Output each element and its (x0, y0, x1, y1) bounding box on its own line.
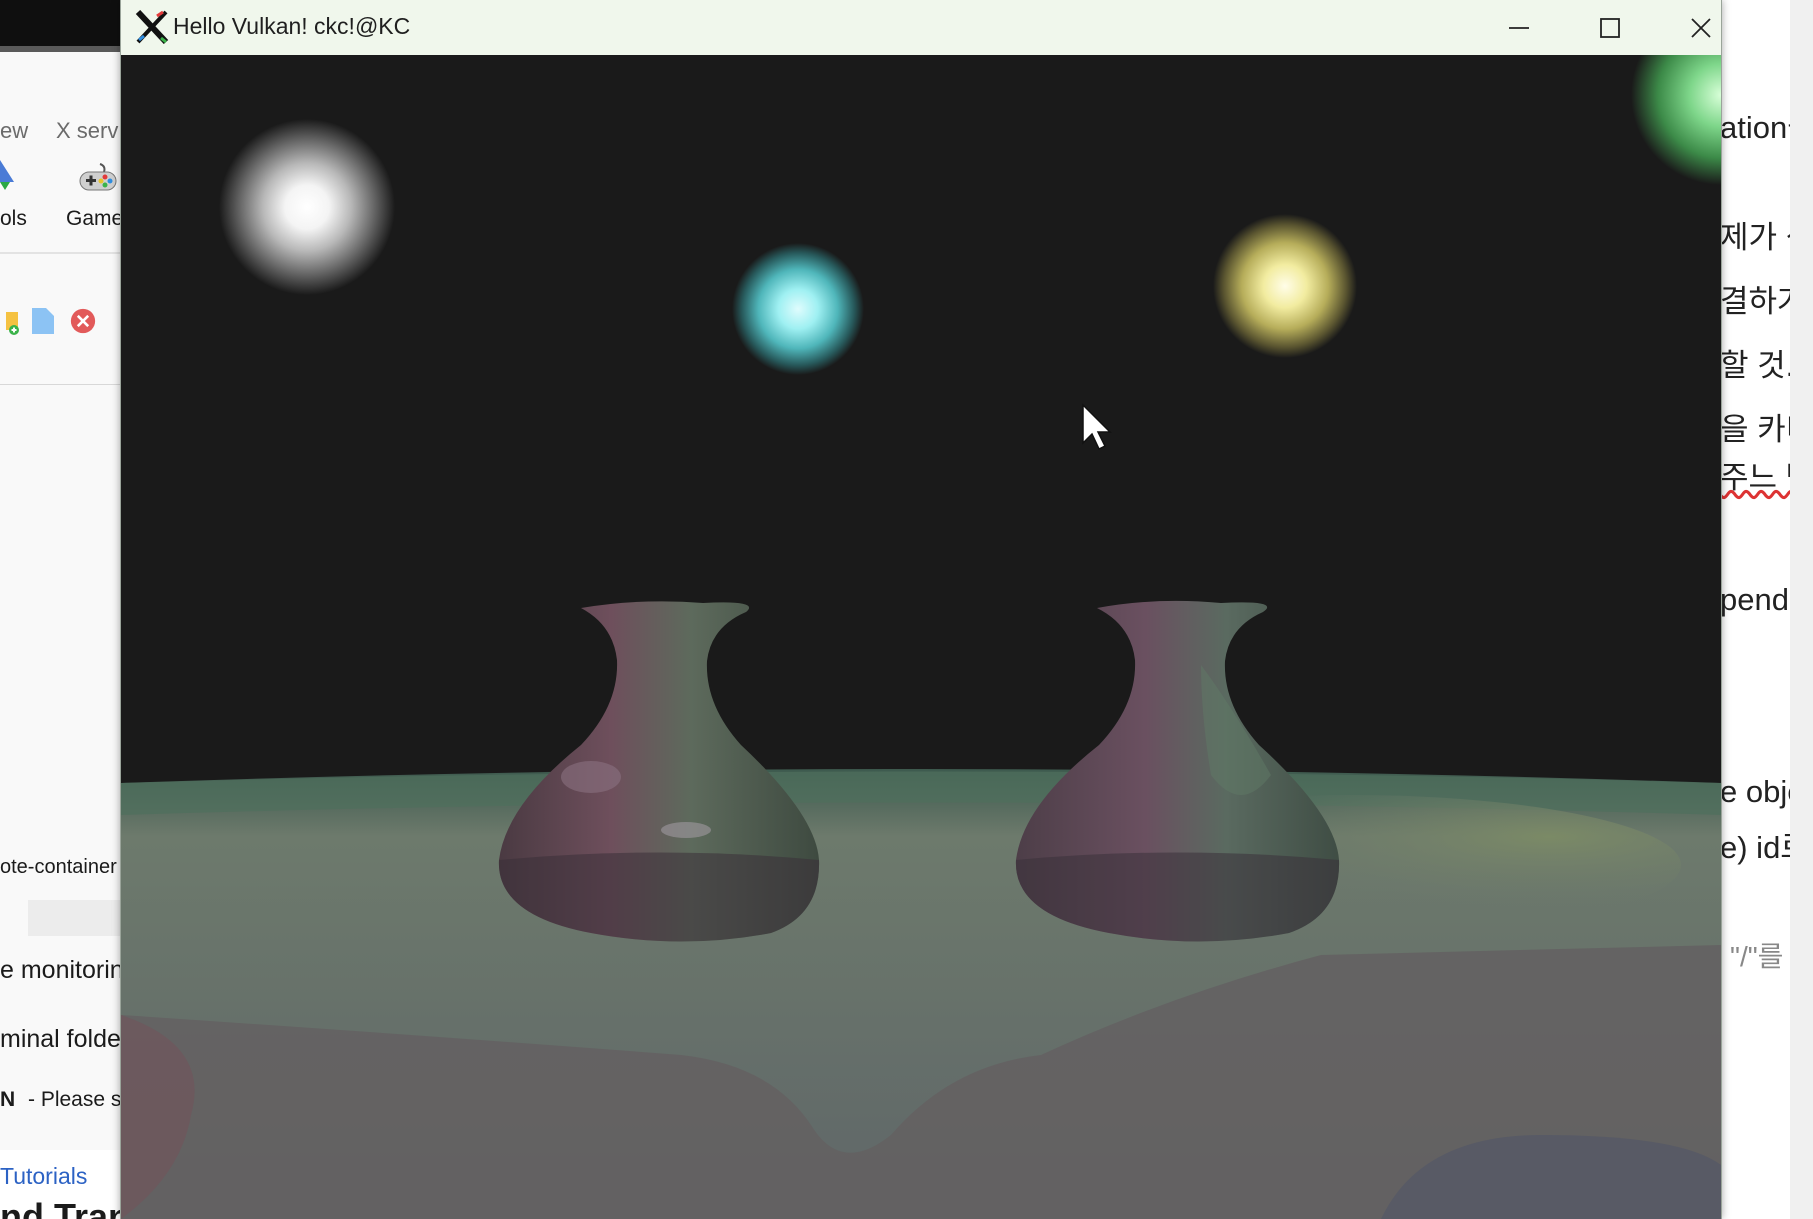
vase-left-highlight (661, 822, 711, 838)
ribbon-label-games: Game (66, 207, 121, 230)
cyan-light (732, 243, 864, 375)
vulkan-window[interactable]: Hello Vulkan! ckc!@KC (120, 0, 1722, 1219)
render-canvas[interactable] (121, 55, 1721, 1219)
ribbon-label-tools: ols (0, 207, 27, 230)
page-heading: nd Tran (0, 1196, 121, 1219)
ribbon-tab-xserver[interactable]: X serv (56, 118, 118, 144)
list-item[interactable]: e monitorin (0, 956, 121, 985)
scrollbar[interactable] (1790, 0, 1813, 1219)
white-light (219, 119, 395, 295)
doc-line: 할 것. (1720, 348, 1795, 383)
list-item[interactable]: ote-container (0, 856, 117, 879)
file-icon[interactable] (30, 306, 56, 336)
minimize-icon (1509, 26, 1529, 29)
new-folder-icon[interactable] (0, 306, 26, 336)
maximize-button[interactable] (1566, 0, 1654, 55)
background-app-left: ew X serv ols Game ote-container e monit… (0, 0, 121, 1219)
maximize-icon (1600, 17, 1620, 38)
tutorials-link[interactable]: Tutorials (0, 1163, 87, 1190)
ribbon-tab-view[interactable]: ew (0, 118, 28, 144)
highlight-row (28, 900, 121, 936)
minimize-button[interactable] (1475, 0, 1563, 55)
title-bar[interactable]: Hello Vulkan! ckc!@KC (121, 0, 1721, 55)
divider (0, 384, 121, 385)
notice-text: - Please s (28, 1088, 121, 1111)
yellow-light (1213, 214, 1357, 358)
divider (0, 252, 121, 254)
window-title: Hello Vulkan! ckc!@KC (173, 13, 411, 39)
taskbar-strip (0, 0, 121, 52)
vase-left-highlight (561, 761, 621, 793)
delete-icon[interactable] (70, 306, 96, 336)
page-area: Tutorials nd Tran (0, 1150, 121, 1219)
tools-icon[interactable] (0, 160, 16, 194)
notice-prefix: N (0, 1088, 16, 1111)
gamepad-icon[interactable] (78, 162, 118, 196)
list-item[interactable]: minal folde (0, 1025, 121, 1054)
close-button[interactable] (1657, 0, 1745, 55)
x-server-icon (135, 10, 169, 44)
close-icon (1691, 17, 1711, 38)
doc-line: "/"를 (1730, 941, 1784, 972)
